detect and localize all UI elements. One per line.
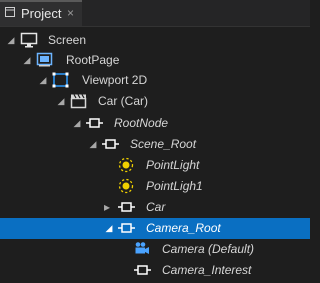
tab-project[interactable]: Project × <box>0 0 82 26</box>
tree-row-camera-root[interactable]: ◢ Camera_Root <box>0 218 310 239</box>
expand-arrow-icon[interactable]: ◢ <box>72 116 82 130</box>
expand-arrow-icon[interactable]: ◢ <box>88 137 98 151</box>
tree-row-car-car[interactable]: ◢ Car (Car) <box>0 91 310 112</box>
tree-row-rootnode[interactable]: ◢ RootNode <box>0 113 310 134</box>
expand-arrow-icon[interactable]: ◢ <box>22 53 32 67</box>
tree-row-viewport-2d[interactable]: ◢ Viewport 2D <box>0 70 310 91</box>
expand-arrow-icon[interactable]: ◢ <box>38 73 48 87</box>
tree-label: Screen <box>48 33 87 47</box>
tree-row-car[interactable]: ▸ Car <box>0 197 310 218</box>
tree-label: Camera_Root <box>146 221 221 235</box>
tree-row-camera-interest[interactable]: Camera_Interest <box>0 260 310 281</box>
tab-project-label: Project <box>21 6 62 21</box>
tree-label: PointLight <box>146 158 200 172</box>
clapperboard-icon <box>70 93 88 109</box>
monitor-icon <box>20 32 38 48</box>
expand-arrow-icon[interactable]: ◢ <box>6 33 16 47</box>
node-icon <box>102 136 120 152</box>
tree-row-camera-default[interactable]: Camera (Default) <box>0 239 310 260</box>
tree-row-screen[interactable]: ◢ Screen <box>0 30 310 51</box>
tree-label: Camera (Default) <box>162 242 255 256</box>
panel-tabbar: Project × <box>0 0 310 27</box>
camera-icon <box>134 241 152 257</box>
tree-label: Viewport 2D <box>82 73 148 87</box>
viewport-icon <box>52 72 70 88</box>
tree-label: Camera_Interest <box>162 263 252 277</box>
project-tab-icon <box>5 7 15 17</box>
point-light-icon <box>118 178 136 194</box>
node-icon <box>118 199 136 215</box>
node-icon <box>134 262 152 278</box>
tree-row-rootpage[interactable]: ◢ RootPage <box>0 50 310 71</box>
node-icon <box>86 115 104 131</box>
expand-arrow-icon[interactable]: ◢ <box>104 221 114 235</box>
tree-label: Car <box>146 200 166 214</box>
tree-row-pointligh1[interactable]: PointLigh1 <box>0 176 310 197</box>
tree-row-scene-root[interactable]: ◢ Scene_Root <box>0 134 310 155</box>
tree-label: Scene_Root <box>130 137 197 151</box>
tree-label: Car (Car) <box>98 94 148 108</box>
tree-label: PointLigh1 <box>146 179 203 193</box>
tree-row-pointlight[interactable]: PointLight <box>0 155 310 176</box>
tree-label: RootPage <box>66 53 120 67</box>
collapse-arrow-icon[interactable]: ▸ <box>102 200 112 214</box>
close-icon[interactable]: × <box>67 6 74 20</box>
node-icon <box>118 220 136 236</box>
expand-arrow-icon[interactable]: ◢ <box>56 94 66 108</box>
page-icon <box>36 52 54 68</box>
point-light-icon <box>118 157 136 173</box>
tree-label: RootNode <box>114 116 169 130</box>
